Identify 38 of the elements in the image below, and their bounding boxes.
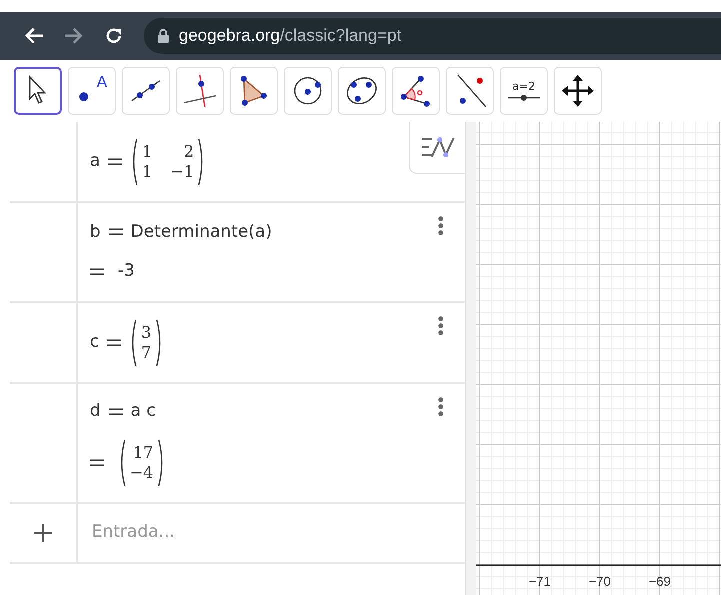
axis-label: −69 [648, 574, 672, 589]
equals-sign-icon [90, 268, 104, 276]
matrix-entry: −1 [170, 162, 194, 182]
more-options-icon [438, 396, 444, 418]
matrix-entry: 1 [142, 162, 153, 182]
back-arrow-icon [24, 27, 44, 45]
object-label: d [90, 400, 101, 424]
url-text: geogebra.org/classic?lang=pt [179, 25, 402, 48]
definition-text: a c [130, 400, 156, 424]
lock-icon [158, 29, 169, 43]
matrix-entry: 7 [141, 342, 152, 362]
result-text: -3 [118, 260, 135, 283]
reload-icon [105, 27, 123, 45]
matrix-entry: 17 [132, 442, 154, 463]
equals-sign-icon [90, 458, 104, 467]
axis-label: −71 [528, 574, 552, 589]
equals-sign-icon [108, 408, 123, 416]
object-label: a [90, 150, 100, 173]
equals-sign-icon [108, 158, 122, 166]
more-options-icon [438, 215, 444, 237]
forward-arrow-icon [64, 27, 84, 45]
tool-button[interactable] [14, 67, 62, 115]
definition-text: Determinante(a) [130, 220, 272, 244]
matrix-entry: 3 [141, 322, 152, 342]
matrix-entry: 2 [183, 142, 194, 162]
address-bar[interactable]: geogebra.org/classic?lang=pt [144, 18, 721, 54]
plus-icon [34, 524, 52, 542]
equals-sign-icon [108, 228, 123, 236]
more-options-icon [438, 315, 444, 337]
matrix-entry: 1 [142, 142, 153, 162]
matrix-entry: −4 [130, 462, 154, 483]
axis-label: −70 [588, 574, 612, 589]
style-bar-toggle-button[interactable] [409, 122, 465, 174]
algebra-graph-icon [420, 134, 456, 160]
object-label: c [90, 330, 100, 354]
object-label: b [90, 220, 101, 244]
equals-sign-icon [107, 338, 122, 346]
input-field[interactable]: Entrada... [90, 519, 453, 547]
